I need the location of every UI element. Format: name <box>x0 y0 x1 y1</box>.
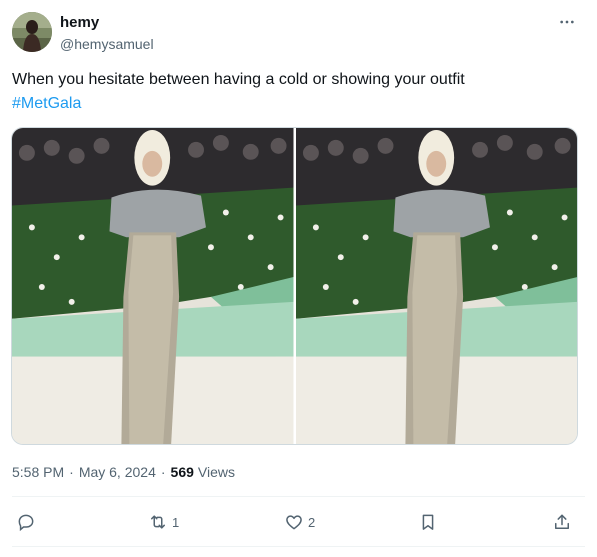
like-button[interactable]: 2 <box>284 508 315 536</box>
media-grid <box>11 127 578 445</box>
tweet-card: hemy @hemysamuel When you hesitate betwe… <box>0 0 597 557</box>
tweet-time[interactable]: 5:58 PM <box>12 462 64 482</box>
reply-icon <box>18 514 34 532</box>
photo-image <box>12 128 294 444</box>
handle[interactable]: @hemysamuel <box>60 35 154 53</box>
display-name[interactable]: hemy <box>60 14 154 32</box>
photo-1[interactable] <box>12 128 294 444</box>
reply-button[interactable] <box>16 508 40 536</box>
meta-separator: · <box>69 464 74 480</box>
share-icon <box>555 514 569 529</box>
tweet-body: When you hesitate between having a cold … <box>12 71 465 88</box>
retweet-button[interactable]: 1 <box>148 508 179 536</box>
views-count[interactable]: 569 <box>171 462 194 482</box>
tweet-text: When you hesitate between having a cold … <box>12 68 582 116</box>
action-bar: 1 2 <box>12 508 585 536</box>
views-label[interactable]: Views <box>198 462 235 482</box>
like-icon <box>286 515 302 530</box>
avatar[interactable] <box>12 12 52 52</box>
bookmark-button[interactable] <box>418 508 442 536</box>
hashtag-link[interactable]: #MetGala <box>12 95 81 112</box>
retweet-count: 1 <box>172 514 180 530</box>
tweet-meta: 5:58 PM · May 6, 2024 · 569 Views <box>12 462 235 482</box>
photo-2[interactable] <box>295 128 577 444</box>
divider <box>12 546 585 547</box>
divider <box>12 496 585 497</box>
retweet-icon <box>151 515 165 529</box>
bookmark-icon <box>422 514 434 530</box>
tweet-date[interactable]: May 6, 2024 <box>79 462 156 482</box>
author-block[interactable]: hemy @hemysamuel <box>60 14 154 53</box>
share-button[interactable] <box>552 508 576 536</box>
more-button[interactable] <box>555 12 579 32</box>
photo-image <box>295 128 577 444</box>
meta-separator: · <box>160 464 166 480</box>
more-icon <box>560 20 574 24</box>
like-count: 2 <box>308 514 316 530</box>
